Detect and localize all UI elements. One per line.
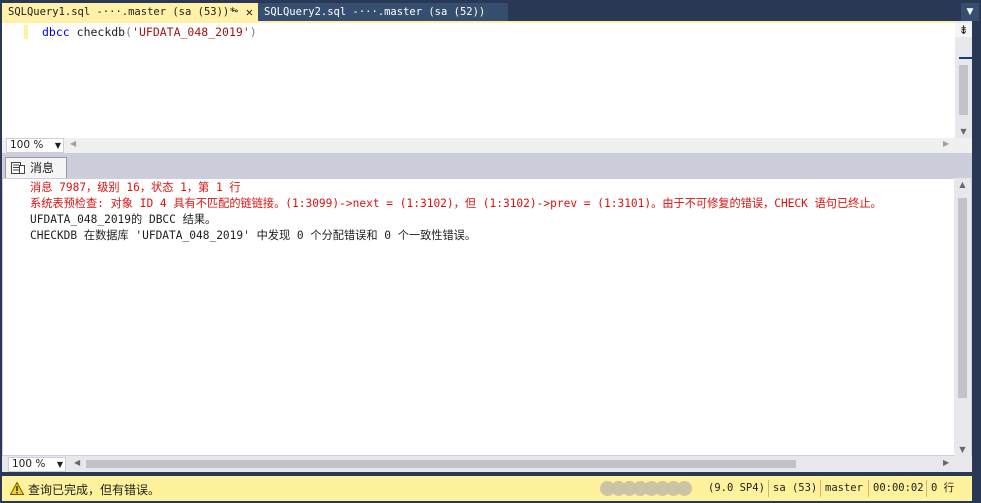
- keyword-token: dbcc: [42, 25, 70, 39]
- scroll-up-icon[interactable]: ▲: [954, 180, 971, 189]
- login-user: sa (53): [768, 480, 817, 497]
- message-line: 消息 7987，级别 16，状态 1，第 1 行: [30, 181, 241, 194]
- server-version: (9.0 SP4): [708, 482, 765, 494]
- tab-messages[interactable]: 消息: [5, 157, 67, 178]
- scroll-right-icon[interactable]: ▶: [943, 139, 949, 148]
- scroll-right-icon[interactable]: ▶: [943, 458, 949, 467]
- results-tab-strip: 消息: [2, 157, 972, 178]
- current-database: master: [820, 480, 863, 497]
- document-tab-strip: SQLQuery1.sql -···.master (sa (53))* ⊸ ✕…: [0, 0, 981, 21]
- message-line: CHECKDB 在数据库 'UFDATA_048_2019' 中发现 0 个分配…: [30, 229, 477, 242]
- pin-icon[interactable]: ⊸: [232, 3, 238, 21]
- string-token: 'UFDATA_048_2019': [132, 25, 250, 39]
- scroll-thumb[interactable]: [959, 65, 968, 115]
- tab-label: SQLQuery2.sql -···.master (sa (52)): [264, 6, 486, 18]
- tab-label: SQLQuery1.sql -···.master (sa (53))*: [8, 6, 236, 18]
- scroll-thumb[interactable]: [958, 198, 967, 398]
- code-line: dbcc checkdb('UFDATA_048_2019'): [42, 25, 257, 40]
- split-window-icon[interactable]: ⇟: [955, 23, 972, 37]
- messages-panel[interactable]: 消息 7987，级别 16，状态 1，第 1 行 系统表预检查: 对象 ID 4…: [2, 178, 972, 456]
- scroll-left-icon[interactable]: ◀: [74, 458, 80, 467]
- status-bar: 查询已完成，但有错误。 (9.0 SP4) sa (53) master 00:…: [2, 476, 972, 501]
- results-vertical-scrollbar[interactable]: ▲ ▼: [954, 178, 971, 456]
- editor-bottom-bar: 100 % ▼ ◀ ▶: [2, 138, 972, 153]
- editor-zoom-select[interactable]: 100 % ▼: [6, 138, 64, 153]
- tab-list-dropdown-icon[interactable]: ▼: [961, 3, 979, 21]
- results-zoom-select[interactable]: 100 % ▼: [8, 457, 66, 472]
- editor-vertical-scrollbar[interactable]: ⇟ ▼: [955, 21, 972, 138]
- scroll-left-icon[interactable]: ◀: [70, 139, 76, 148]
- horizontal-scroll-thumb[interactable]: [86, 460, 796, 468]
- zoom-value: 100 %: [12, 458, 46, 470]
- message-line: 系统表预检查: 对象 ID 4 具有不匹配的链链接。(1:3099)->next…: [30, 197, 882, 210]
- function-token: checkdb: [76, 25, 126, 39]
- paren-token: (: [125, 25, 133, 39]
- chevron-down-icon: ▼: [54, 141, 61, 150]
- scroll-down-icon[interactable]: ▼: [954, 445, 971, 454]
- row-count: 0 行: [926, 480, 954, 497]
- scroll-down-icon[interactable]: ▼: [955, 127, 972, 136]
- elapsed-time: 00:00:02: [868, 480, 924, 497]
- query-editor[interactable]: dbcc checkdb('UFDATA_048_2019'): [2, 21, 972, 138]
- close-icon[interactable]: ✕: [246, 3, 253, 21]
- status-message: 查询已完成，但有错误。: [28, 483, 161, 497]
- paren-token: ): [249, 25, 257, 39]
- changed-line-marker: [24, 25, 28, 39]
- redacted-server-name: [600, 481, 705, 496]
- messages-icon: [11, 162, 25, 174]
- caret-position-marker: [959, 57, 972, 59]
- tab-sqlquery2[interactable]: SQLQuery2.sql -···.master (sa (52)): [258, 3, 508, 21]
- zoom-value: 100 %: [10, 139, 44, 151]
- tab-sqlquery1[interactable]: SQLQuery1.sql -···.master (sa (53))* ⊸ ✕: [2, 3, 258, 21]
- warning-icon: [10, 482, 24, 495]
- message-line: UFDATA_048_2019的 DBCC 结果。: [30, 213, 217, 226]
- chevron-down-icon: ▼: [56, 460, 63, 469]
- tab-label: 消息: [30, 161, 55, 175]
- results-bottom-bar: 100 % ▼ ◀ ▶: [2, 456, 972, 472]
